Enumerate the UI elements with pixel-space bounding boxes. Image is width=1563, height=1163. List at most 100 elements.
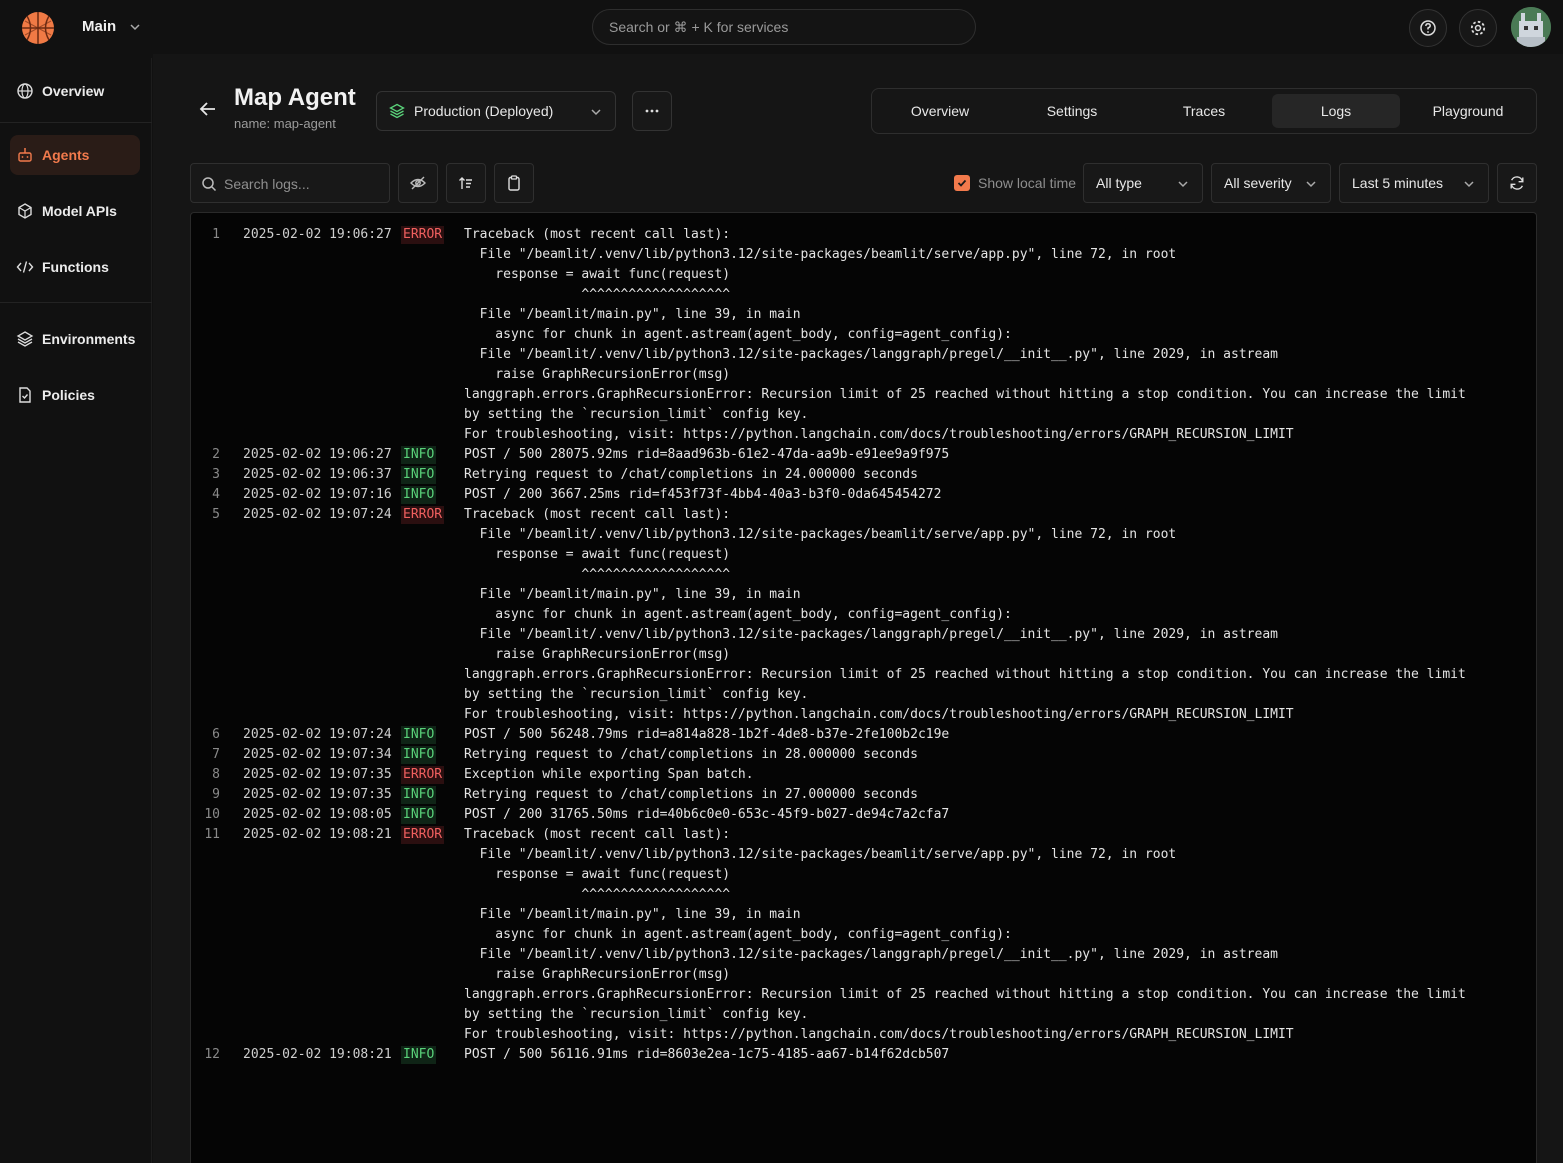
log-entry: 8 2025-02-02 19:07:35 ERROR Exception while… bbox=[191, 765, 1536, 785]
log-message-line: langgraph.errors.GraphRecursionError: Re… bbox=[464, 987, 1466, 1002]
help-button[interactable] bbox=[1409, 9, 1447, 47]
more-options-button[interactable] bbox=[632, 91, 672, 131]
log-message-line: For troubleshooting, visit: https://pyth… bbox=[464, 1027, 1294, 1042]
log-line-number: 7 bbox=[212, 747, 220, 762]
log-timestamp: 2025-02-02 19:06:27 bbox=[243, 227, 392, 242]
sidebar-item-model-apis[interactable]: Model APIs bbox=[10, 191, 140, 231]
sidebar-item-label: Model APIs bbox=[42, 203, 117, 219]
log-level-badge: ERROR bbox=[401, 766, 445, 784]
tab-playground[interactable]: Playground bbox=[1404, 94, 1532, 128]
log-message-line: async for chunk in agent.astream(agent_b… bbox=[464, 927, 1012, 942]
log-panel[interactable]: 1 2025-02-02 19:06:27 ERROR Traceback (most… bbox=[190, 212, 1537, 1163]
search-icon bbox=[202, 177, 217, 192]
log-message-line: POST / 200 31765.50ms rid=40b6c0e0-653c-… bbox=[464, 807, 950, 822]
log-timestamp: 2025-02-02 19:07:24 bbox=[243, 727, 392, 742]
show-local-time-checkbox[interactable] bbox=[954, 175, 970, 191]
log-message-line: Traceback (most recent call last): bbox=[464, 827, 731, 842]
eye-off-icon bbox=[410, 176, 426, 190]
log-timestamp: 2025-02-02 19:08:21 bbox=[243, 827, 392, 842]
tab-logs[interactable]: Logs bbox=[1272, 94, 1400, 128]
sort-button[interactable] bbox=[446, 163, 486, 203]
log-entry: 2 2025-02-02 19:06:27 INFO POST / 500 28075… bbox=[191, 445, 1536, 465]
globe-icon bbox=[16, 82, 34, 100]
log-entry: 7 2025-02-02 19:07:34 INFO Retrying request… bbox=[191, 745, 1536, 765]
agent-name-subtitle: name: map-agent bbox=[234, 116, 336, 131]
log-line-number: 2 bbox=[212, 447, 220, 462]
log-entry: 12 2025-02-02 19:08:21 INFO POST / 500 5611… bbox=[191, 1045, 1536, 1065]
log-level-badge: ERROR bbox=[401, 506, 445, 524]
workspace-name[interactable]: Main bbox=[82, 18, 116, 35]
avatar[interactable] bbox=[1511, 7, 1551, 47]
log-entry: 9 2025-02-02 19:07:35 INFO Retrying request… bbox=[191, 785, 1536, 805]
log-list: 1 2025-02-02 19:06:27 ERROR Traceback (most… bbox=[191, 225, 1536, 1065]
time-range-select[interactable]: Last 5 minutes bbox=[1339, 163, 1489, 203]
robot-icon bbox=[16, 146, 34, 164]
refresh-button[interactable] bbox=[1497, 163, 1537, 203]
file-check-icon bbox=[16, 386, 34, 404]
log-level-badge: INFO bbox=[401, 726, 437, 744]
log-entry: 5 2025-02-02 19:07:24 ERROR Traceback (most… bbox=[191, 505, 1536, 725]
log-message-line: raise GraphRecursionError(msg) bbox=[464, 967, 731, 982]
tab-overview[interactable]: Overview bbox=[876, 94, 1004, 128]
sidebar-item-policies[interactable]: Policies bbox=[10, 375, 140, 415]
sidebar-item-agents[interactable]: Agents bbox=[10, 135, 140, 175]
log-message-line: raise GraphRecursionError(msg) bbox=[464, 367, 731, 382]
log-message: Traceback (most recent call last): File … bbox=[464, 825, 1536, 1045]
log-message-line: Retrying request to /chat/completions in… bbox=[464, 747, 918, 762]
severity-filter-select[interactable]: All severity bbox=[1211, 163, 1331, 203]
log-message-line: File "/beamlit/.venv/lib/python3.12/site… bbox=[464, 247, 1177, 262]
log-level-badge: INFO bbox=[401, 806, 437, 824]
log-line-number: 3 bbox=[212, 467, 220, 482]
log-message-line: POST / 200 3667.25ms rid=f453f73f-4bb4-4… bbox=[464, 487, 942, 502]
global-search-input[interactable]: Search or ⌘ + K for services bbox=[592, 9, 976, 45]
back-arrow-icon[interactable] bbox=[198, 99, 218, 119]
log-entry: 11 2025-02-02 19:08:21 ERROR Traceback (mos… bbox=[191, 825, 1536, 1045]
log-timestamp: 2025-02-02 19:06:37 bbox=[243, 467, 392, 482]
log-level-badge: ERROR bbox=[401, 826, 445, 844]
log-message-line: by setting the `recursion_limit` config … bbox=[464, 1007, 809, 1022]
log-message-line: raise GraphRecursionError(msg) bbox=[464, 647, 731, 662]
type-filter-label: All type bbox=[1096, 175, 1142, 191]
sidebar-item-label: Functions bbox=[42, 259, 109, 275]
log-message-line: POST / 500 56116.91ms rid=8603e2ea-1c75-… bbox=[464, 1047, 950, 1062]
sidebar-divider bbox=[0, 302, 152, 303]
log-message-line: Retrying request to /chat/completions in… bbox=[464, 467, 918, 482]
log-message-line: response = await func(request) bbox=[464, 267, 731, 282]
log-level-badge: INFO bbox=[401, 1046, 437, 1064]
log-message-line: ^^^^^^^^^^^^^^^^^^^ bbox=[464, 567, 731, 582]
robot-avatar-icon bbox=[1511, 7, 1551, 47]
chevron-down-icon[interactable] bbox=[128, 20, 142, 34]
log-line-number: 6 bbox=[212, 727, 220, 742]
refresh-icon bbox=[1510, 176, 1524, 190]
log-message: POST / 500 28075.92ms rid=8aad963b-61e2-… bbox=[464, 445, 1536, 465]
settings-button[interactable] bbox=[1459, 9, 1497, 47]
sidebar-item-label: Overview bbox=[42, 83, 105, 99]
log-message-line: POST / 500 28075.92ms rid=8aad963b-61e2-… bbox=[464, 447, 950, 462]
sidebar-item-functions[interactable]: Functions bbox=[10, 247, 140, 287]
log-message-line: langgraph.errors.GraphRecursionError: Re… bbox=[464, 387, 1466, 402]
tab-settings[interactable]: Settings bbox=[1008, 94, 1136, 128]
sidebar-item-overview[interactable]: Overview bbox=[10, 71, 140, 111]
tab-traces[interactable]: Traces bbox=[1140, 94, 1268, 128]
log-message: Traceback (most recent call last): File … bbox=[464, 225, 1536, 445]
basketball-logo-icon[interactable] bbox=[20, 10, 56, 46]
show-local-time-label: Show local time bbox=[978, 175, 1077, 191]
type-filter-select[interactable]: All type bbox=[1083, 163, 1203, 203]
log-timestamp: 2025-02-02 19:07:16 bbox=[243, 487, 392, 502]
time-range-label: Last 5 minutes bbox=[1352, 175, 1444, 191]
environment-select[interactable]: Production (Deployed) bbox=[376, 91, 616, 131]
log-timestamp: 2025-02-02 19:07:35 bbox=[243, 767, 392, 782]
log-message: POST / 500 56116.91ms rid=8603e2ea-1c75-… bbox=[464, 1045, 1536, 1065]
log-entry: 4 2025-02-02 19:07:16 INFO POST / 200 3667.… bbox=[191, 485, 1536, 505]
sidebar-item-label: Policies bbox=[42, 387, 95, 403]
hide-button[interactable] bbox=[398, 163, 438, 203]
log-message: POST / 200 3667.25ms rid=f453f73f-4bb4-4… bbox=[464, 485, 1536, 505]
sidebar-item-environments[interactable]: Environments bbox=[10, 319, 140, 359]
log-message-line: ^^^^^^^^^^^^^^^^^^^ bbox=[464, 887, 731, 902]
log-entry: 1 2025-02-02 19:06:27 ERROR Traceback (most… bbox=[191, 225, 1536, 445]
log-line-number: 4 bbox=[212, 487, 220, 502]
copy-button[interactable] bbox=[494, 163, 534, 203]
log-search-input[interactable]: Search logs... bbox=[190, 163, 390, 203]
log-message-line: File "/beamlit/.venv/lib/python3.12/site… bbox=[464, 627, 1278, 642]
ellipsis-icon bbox=[645, 109, 659, 113]
